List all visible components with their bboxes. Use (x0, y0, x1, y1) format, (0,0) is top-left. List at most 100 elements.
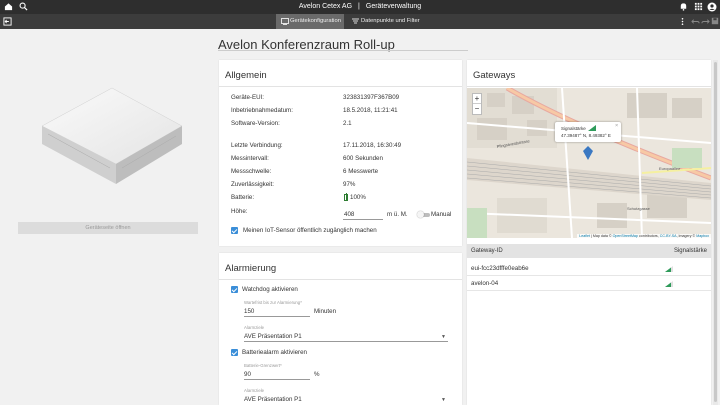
battery-value: 100% (350, 194, 366, 201)
interval-label: Messintervall: (231, 155, 269, 162)
title-divider (218, 50, 468, 51)
battery-alarm-checkbox[interactable] (231, 349, 238, 356)
sub-bar: Gerätekonfiguration Datenpunkte und Filt… (0, 14, 720, 29)
battery-threshold-underline (244, 379, 310, 380)
reliability-label: Zuverlässigkeit: (231, 181, 274, 188)
battery-threshold-unit: % (314, 371, 320, 378)
tab-label: Gerätekonfiguration (290, 18, 341, 24)
wait-input[interactable]: 150 (244, 308, 254, 315)
interval-number: 600 (343, 155, 354, 162)
manual-label: Manual (431, 211, 452, 218)
tab-label: Datenpunkte und Filter (361, 18, 420, 24)
gateways-card: Gateways + − Signalstärke × 47.39487° N,… (467, 60, 711, 405)
map[interactable]: + − Signalstärke × 47.39487° N, 8.49382°… (467, 88, 711, 238)
signal-icon (665, 266, 673, 272)
battery-alarm-label: Batteriealarm aktivieren (242, 349, 307, 356)
open-device-page-button[interactable]: Geräteseite öffnen (18, 222, 198, 234)
alarm-title: Alarmierung (225, 263, 277, 274)
last-connection-label: Letzte Verbindung: (231, 142, 283, 149)
eui-value: 323831397F367B09 (343, 94, 400, 101)
battery-icon (344, 193, 348, 201)
attribution-text: contributors, (638, 234, 659, 238)
leaflet-link[interactable]: Leaflet (579, 234, 590, 238)
height-input-underline (343, 219, 383, 220)
osm-link[interactable]: OpenStreetMap (613, 234, 638, 238)
threshold-value: 6 Messwerte (343, 168, 378, 175)
app-title: Avelon Cetex AG | Geräteverwaltung (0, 0, 720, 14)
street-label: Europaallee (659, 166, 681, 171)
general-divider (219, 86, 462, 87)
watchdog-checkbox[interactable] (231, 286, 238, 293)
exit-icon[interactable] (3, 17, 12, 26)
filter-icon (352, 14, 359, 30)
height-unit: m ü. M. (387, 211, 408, 218)
commissioning-value: 18.5.2018, 11:21:41 (343, 107, 398, 114)
mapbox-link[interactable]: Mapbox (696, 234, 709, 238)
toggle-knob[interactable] (417, 211, 424, 218)
wait-input-underline (244, 316, 310, 317)
last-connection-value: 17.11.2018, 16:30:49 (343, 142, 402, 149)
gateway-table-header: Gateway-ID Signalstärke (467, 244, 711, 258)
gateways-divider (467, 86, 711, 87)
battery-threshold-label: Batterie-Grenzwert* (244, 363, 282, 368)
license-link[interactable]: CC-BY-SA (660, 234, 677, 238)
tab-datapoints-filter[interactable]: Datenpunkte und Filter (347, 14, 423, 29)
general-card: Allgemein Geräte-EUI: 323831397F367B09 I… (219, 60, 462, 246)
alarmgroup-select[interactable]: AVE Präsentation P1 (244, 333, 302, 340)
public-checkbox-label: Meinen IoT-Sensor öffentlich zugänglich … (243, 227, 377, 234)
table-row[interactable]: avelon-04 (467, 276, 711, 291)
gateways-title: Gateways (473, 70, 516, 81)
attribution-text: , Imagery © (676, 234, 696, 238)
company-name: Avelon Cetex AG (298, 3, 353, 10)
top-bar: Avelon Cetex AG | Geräteverwaltung (0, 0, 720, 14)
redo-icon[interactable] (701, 17, 710, 26)
battery-threshold-input[interactable]: 90 (244, 371, 251, 378)
title-separator: | (358, 3, 360, 10)
col-gateway-id[interactable]: Gateway-ID (471, 248, 503, 254)
alarmgroup2-label: Alarmziele (244, 388, 265, 393)
grid-icon[interactable] (693, 2, 703, 12)
gateway-id: avelon-04 (471, 280, 499, 287)
public-checkbox[interactable] (231, 227, 238, 234)
bell-icon[interactable] (678, 2, 688, 12)
alarmgroup2-select[interactable]: AVE Präsentation P1 (244, 396, 302, 403)
table-row[interactable]: eui-fcc23dfffe0eab6e (467, 261, 711, 276)
alarm-card: Alarmierung Watchdog aktivieren Wartefri… (219, 253, 462, 405)
street-labels: Europaallee Schutzgasse Pfingstweidstras… (496, 138, 681, 211)
interval-unit: Sekunden (355, 155, 383, 162)
gateway-id: eui-fcc23dfffe0eab6e (471, 265, 529, 272)
more-vert-icon[interactable] (678, 17, 687, 26)
undo-icon[interactable] (691, 17, 700, 26)
tab-device-config[interactable]: Gerätekonfiguration (276, 14, 344, 29)
street-label: Pfingstweidstrasse (496, 138, 530, 149)
interval-value: 600 Sekunden (343, 155, 383, 162)
watchdog-label: Watchdog aktivieren (242, 286, 298, 293)
threshold-number: 6 (343, 168, 347, 175)
general-title: Allgemein (225, 70, 267, 81)
chevron-down-icon[interactable]: ▼ (441, 397, 446, 403)
eui-label: Geräte-EUI: (231, 94, 265, 101)
alarmgroup-label: Alarmziele (244, 325, 265, 330)
wait-field-label: Wartefrist bis zur Alarmierung* (244, 300, 302, 305)
chevron-down-icon[interactable]: ▼ (441, 334, 446, 340)
config-icon (281, 14, 289, 31)
alarmgroup-underline (244, 341, 448, 342)
scrollbar[interactable] (713, 60, 718, 405)
account-icon[interactable] (707, 2, 717, 12)
save-icon[interactable] (710, 17, 719, 26)
wait-unit: Minuten (314, 308, 337, 315)
section-name: Geräteverwaltung (365, 3, 422, 10)
commissioning-label: Inbetriebnahmedatum: (231, 107, 293, 114)
device-image (38, 86, 186, 186)
software-label: Software-Version: (231, 120, 280, 127)
height-input[interactable]: 408 (344, 211, 354, 218)
alarm-divider (219, 279, 462, 280)
signal-icon (665, 281, 673, 287)
threshold-unit: Messwerte (348, 168, 379, 175)
manual-toggle[interactable] (417, 211, 430, 218)
col-signal[interactable]: Signalstärke (674, 248, 707, 254)
battery-label: Batterie: (231, 194, 255, 201)
scrollbar-thumb[interactable] (714, 62, 717, 402)
height-label: Höhe: (231, 208, 248, 215)
map-attribution: Leaflet | Map data © OpenStreetMap contr… (577, 234, 711, 238)
